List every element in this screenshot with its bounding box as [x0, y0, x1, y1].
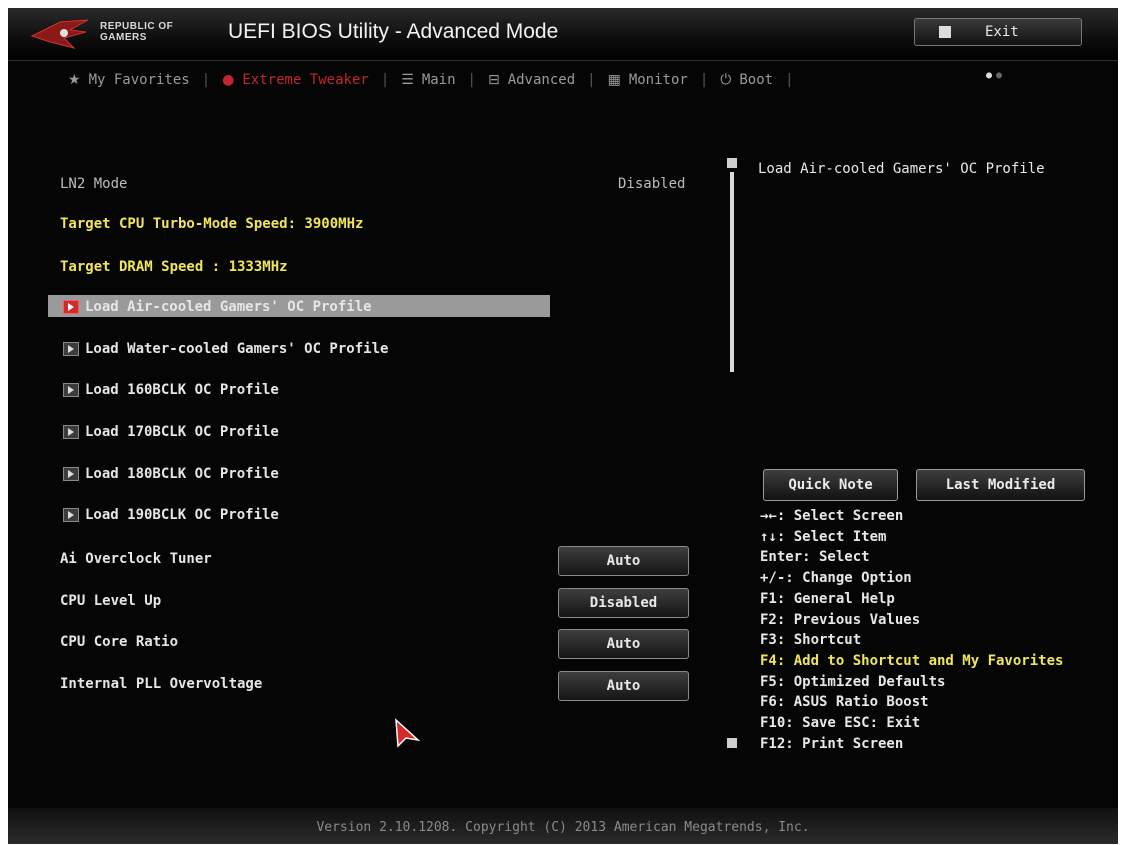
advanced-icon: ⊟	[487, 72, 500, 88]
key-hint: F10: Save ESC: Exit	[760, 715, 921, 732]
tab-advanced[interactable]: ⊟ Advanced	[476, 72, 587, 88]
brand-line2: GAMERS	[100, 32, 147, 43]
cpu-core-ratio-select[interactable]: Auto	[558, 629, 689, 659]
exit-label: Exit	[985, 24, 1019, 40]
tab-boot[interactable]: ⏻ Boot	[708, 72, 785, 88]
tab-separator: |	[785, 72, 794, 88]
tab-separator: |	[467, 72, 476, 88]
tab-separator: |	[201, 72, 211, 88]
profile-item-170bclk[interactable]: Load 170BCLK OC Profile	[63, 424, 279, 440]
tab-label: My Favorites	[88, 72, 190, 88]
profile-label: Load 180BCLK OC Profile	[85, 466, 279, 482]
key-hint: ↑↓: Select Item	[760, 528, 887, 545]
tab-label: Advanced	[507, 72, 576, 88]
profile-label: Load 190BCLK OC Profile	[85, 507, 279, 523]
profile-label: Load Water-cooled Gamers' OC Profile	[85, 341, 389, 357]
tab-label: Monitor	[628, 72, 688, 88]
submenu-arrow-icon	[63, 300, 79, 314]
profile-item-air-cooled[interactable]: Load Air-cooled Gamers' OC Profile	[63, 299, 372, 315]
key-hint: F2: Previous Values	[760, 611, 921, 628]
key-hint: F4: Add to Shortcut and My Favorites	[760, 652, 1064, 669]
last-modified-button[interactable]: Last Modified	[916, 469, 1085, 501]
key-hint: +/-: Change Option	[760, 570, 912, 587]
tab-separator: |	[380, 72, 390, 88]
cpu-level-up-label[interactable]: CPU Level Up	[60, 593, 161, 609]
tab-monitor[interactable]: ▦ Monitor	[596, 72, 700, 88]
tab-label: Main	[421, 72, 456, 88]
profile-label: Load 170BCLK OC Profile	[85, 424, 279, 440]
scroll-up-icon[interactable]	[727, 158, 737, 168]
tab-label: Extreme Tweaker	[242, 72, 369, 88]
profile-label: Load 160BCLK OC Profile	[85, 382, 279, 398]
exit-button[interactable]: Exit	[914, 18, 1082, 46]
tab-separator: |	[699, 72, 709, 88]
scroll-down-icon[interactable]	[727, 738, 737, 748]
version-text: Version 2.10.1208. Copyright (C) 2013 Am…	[316, 820, 810, 835]
submenu-arrow-icon	[63, 467, 79, 481]
ln2-mode-label[interactable]: LN2 Mode	[60, 176, 127, 192]
cpu-core-ratio-label[interactable]: CPU Core Ratio	[60, 634, 178, 650]
submenu-arrow-icon	[63, 508, 79, 522]
brand-logo: REPUBLIC OF GAMERS	[100, 21, 173, 43]
profile-item-190bclk[interactable]: Load 190BCLK OC Profile	[63, 507, 279, 523]
profile-item-180bclk[interactable]: Load 180BCLK OC Profile	[63, 466, 279, 482]
scroll-thumb[interactable]	[730, 172, 734, 372]
internal-pll-overvoltage-label[interactable]: Internal PLL Overvoltage	[60, 676, 262, 692]
ai-overclock-tuner-select[interactable]: Auto	[558, 546, 689, 576]
bios-screen: REPUBLIC OF GAMERS UEFI BIOS Utility - A…	[8, 8, 1118, 844]
profile-label: Load Air-cooled Gamers' OC Profile	[85, 299, 372, 315]
quick-note-button[interactable]: Quick Note	[763, 469, 898, 501]
key-hint: →←: Select Screen	[760, 508, 904, 524]
tab-main[interactable]: ☰ Main	[389, 72, 467, 88]
star-icon: ★	[68, 72, 81, 88]
profile-item-water-cooled[interactable]: Load Water-cooled Gamers' OC Profile	[63, 341, 388, 357]
target-dram-speed: Target DRAM Speed : 1333MHz	[60, 259, 288, 275]
scrollbar[interactable]	[727, 158, 737, 748]
tab-my-favorites[interactable]: ★ My Favorites	[56, 72, 202, 88]
internal-pll-overvoltage-select[interactable]: Auto	[558, 671, 689, 701]
key-hint: F12: Print Screen	[760, 735, 904, 752]
tab-extreme-tweaker[interactable]: ● Extreme Tweaker	[210, 72, 381, 88]
list-icon: ☰	[401, 72, 414, 88]
profile-item-160bclk[interactable]: Load 160BCLK OC Profile	[63, 382, 279, 398]
key-hint: F1: General Help	[760, 590, 895, 607]
submenu-arrow-icon	[63, 342, 79, 356]
main-nav: ★ My Favorites | ● Extreme Tweaker | ☰ M…	[8, 62, 1118, 98]
cpu-level-up-select[interactable]: Disabled	[558, 588, 689, 618]
target-cpu-speed: Target CPU Turbo-Mode Speed: 3900MHz	[60, 216, 364, 232]
submenu-arrow-icon	[63, 425, 79, 439]
key-legend: →←: Select Screen ↑↓: Select Item Enter:…	[760, 506, 1063, 754]
tab-label: Boot	[739, 72, 774, 88]
ai-overclock-tuner-label[interactable]: Ai Overclock Tuner	[60, 551, 212, 567]
key-hint: F5: Optimized Defaults	[760, 673, 946, 690]
ln2-mode-value: Disabled	[618, 176, 686, 192]
tab-separator: |	[587, 72, 596, 88]
exit-icon	[939, 26, 951, 38]
key-hint: F3: Shortcut	[760, 632, 862, 649]
brand-line1: REPUBLIC OF	[100, 21, 174, 32]
submenu-arrow-icon	[63, 383, 79, 397]
key-hint: Enter: Select	[760, 549, 870, 566]
monitor-icon: ▦	[607, 72, 621, 88]
title-bar: REPUBLIC OF GAMERS UEFI BIOS Utility - A…	[8, 8, 1118, 61]
key-hint: F6: ASUS Ratio Boost	[760, 694, 929, 711]
power-icon: ⏻	[720, 72, 732, 88]
rog-logo-icon	[30, 19, 89, 49]
mouse-cursor-icon	[395, 718, 421, 748]
app-title: UEFI BIOS Utility - Advanced Mode	[228, 20, 559, 43]
help-title: Load Air-cooled Gamers' OC Profile	[758, 161, 1045, 177]
tweaker-icon: ●	[222, 72, 235, 88]
page-indicator: ●●	[986, 70, 1007, 81]
